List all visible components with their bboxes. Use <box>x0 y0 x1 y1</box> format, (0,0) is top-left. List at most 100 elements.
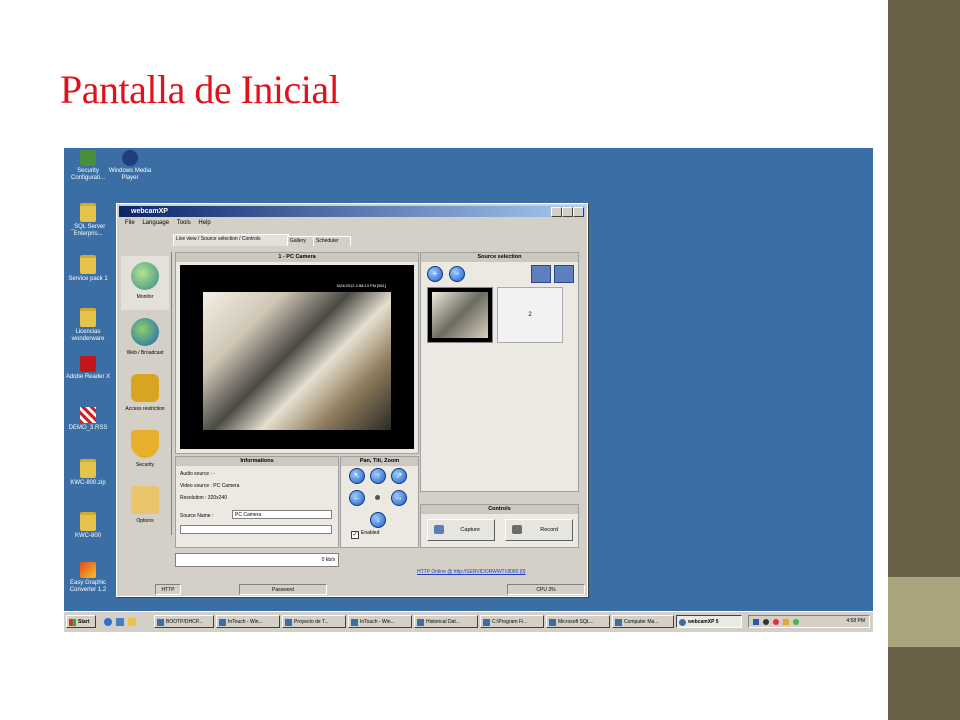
add-source-button[interactable]: + <box>427 266 443 282</box>
minimize-button[interactable] <box>551 207 562 217</box>
ptz-right-button[interactable]: → <box>391 490 407 506</box>
http-status-link[interactable]: HTTP Online @ http://SERVIDORWWTI:8080 [… <box>417 569 525 575</box>
ptz-up-button[interactable]: ↑ <box>370 468 386 484</box>
controls-panel: Controls Capture Record <box>420 504 579 548</box>
nav-web-broadcast[interactable]: Web / Broadcast <box>121 312 169 366</box>
app-icon <box>483 619 490 626</box>
tray-clock[interactable]: 4:58 PM <box>846 616 865 627</box>
window-statusbar: HTTP Password CPU 3% <box>119 584 585 595</box>
desktop-icon-licencias[interactable]: Licencias wonderware <box>64 308 112 343</box>
quicklaunch-explorer-icon[interactable] <box>128 618 136 626</box>
ptz-center-dot[interactable] <box>375 495 380 500</box>
desktop-icon-adobe-reader[interactable]: Adobe Reader X <box>64 356 112 381</box>
tray-app-icon[interactable] <box>783 619 789 625</box>
taskbar-item[interactable]: BOOTP/DHCP... <box>154 615 214 628</box>
desktop-icon-security[interactable]: Security Configurati... <box>64 150 112 182</box>
tray-webcam-icon[interactable] <box>793 619 799 625</box>
desktop-icon-label: Service pack 1 <box>68 276 108 282</box>
window-title: webcamXP <box>131 208 168 215</box>
source-name-label: Source Name : <box>180 513 214 519</box>
resolution-text: Resolution : 320x240 <box>180 495 227 501</box>
quicklaunch-desktop-icon[interactable] <box>116 618 124 626</box>
bandwidth-text: 0 kb/s <box>321 557 335 563</box>
desktop-icon-easy-graphic[interactable]: Easy Graphic Converter 1.2 <box>64 562 112 594</box>
taskbar-item[interactable]: Proyecto de T... <box>282 615 346 628</box>
ptz-header: Pan, Tilt, Zoom <box>341 457 418 466</box>
lock-icon <box>131 374 159 402</box>
source-slot-1[interactable] <box>427 287 493 343</box>
window-titlebar[interactable]: webcamXP <box>119 206 585 217</box>
file-icon <box>80 407 96 423</box>
nav-access-restriction[interactable]: Access restriction <box>121 368 169 422</box>
ptz-down-button[interactable]: ↓ <box>370 512 386 528</box>
capture-button-label: Capture <box>460 527 480 533</box>
desktop-icon-sql-server[interactable]: _SQL Server Enterpris... <box>64 203 112 238</box>
informations-panel: Informations Audio source : - Video sour… <box>175 456 339 548</box>
left-nav: Monitor Web / Broadcast Access restricti… <box>119 252 172 535</box>
close-button[interactable] <box>573 207 584 217</box>
remove-source-button[interactable]: − <box>449 266 465 282</box>
tab-gallery[interactable]: Gallery <box>287 236 315 246</box>
status-http: HTTP <box>155 584 181 595</box>
taskbar-item-active[interactable]: webcamXP 5 <box>676 615 742 628</box>
desktop-icon-service-pack[interactable]: Service pack 1 <box>64 255 112 283</box>
nav-label: Security <box>135 462 155 468</box>
source-name-field-2[interactable] <box>180 525 332 534</box>
menu-tools[interactable]: Tools <box>177 220 191 226</box>
quicklaunch-ie-icon[interactable] <box>104 618 112 626</box>
taskbar-item[interactable]: Microsoft SQL... <box>546 615 610 628</box>
menu-file[interactable]: File <box>125 220 135 226</box>
tray-antivirus-icon[interactable] <box>773 619 779 625</box>
ptz-up-right-button[interactable]: ↗ <box>391 468 407 484</box>
pdf-icon <box>80 356 96 372</box>
monitor-icon <box>131 262 159 290</box>
status-cpu: CPU 3% <box>507 584 585 595</box>
tray-network-icon[interactable] <box>753 619 759 625</box>
menu-language[interactable]: Language <box>142 220 169 226</box>
desktop-icon-label: Security Configurati... <box>70 168 106 181</box>
nav-label: Access restriction <box>125 406 165 412</box>
tray-volume-icon[interactable] <box>763 619 769 625</box>
ptz-enabled-label: Enabled <box>361 530 380 536</box>
desktop-icon-kwc-zip[interactable]: KWC-800.zip <box>64 459 112 487</box>
taskbar-item-label: webcamXP 5 <box>688 619 719 625</box>
folder-icon <box>80 203 96 222</box>
ptz-enabled-checkbox[interactable]: ✓ <box>351 531 359 539</box>
record-button[interactable]: Record <box>505 519 573 541</box>
shield-icon <box>131 430 159 458</box>
desktop-icon-label: Windows Media Player <box>108 168 152 181</box>
taskbar-item[interactable]: InTouch - Win... <box>216 615 280 628</box>
options-icon <box>131 486 159 514</box>
taskbar-item[interactable]: Computer Ma... <box>612 615 674 628</box>
maximize-button[interactable] <box>562 207 573 217</box>
desktop-icon-demo-rss[interactable]: DEMO_3.RSS <box>64 407 112 432</box>
app-icon <box>351 619 358 626</box>
app-icon <box>417 619 424 626</box>
taskbar-item-label: Proyecto de T... <box>294 619 329 625</box>
menu-help[interactable]: Help <box>198 220 210 226</box>
tab-scheduler[interactable]: Scheduler <box>313 236 351 246</box>
desktop-icon-media-player[interactable]: Windows Media Player <box>106 150 154 182</box>
desktop-icon-kwc[interactable]: KWC-800 <box>64 512 112 540</box>
start-button[interactable]: Start <box>66 615 96 628</box>
capture-button[interactable]: Capture <box>427 519 495 541</box>
taskbar-item[interactable]: Historical Dat... <box>414 615 478 628</box>
ptz-up-left-button[interactable]: ↖ <box>349 468 365 484</box>
tab-live-view[interactable]: Live view / Source selection / Controls <box>173 234 289 246</box>
nav-monitor[interactable]: Monitor <box>121 256 169 310</box>
app-icon <box>615 619 622 626</box>
camera-view[interactable]: 5/24/2012 4:58:13 PM [561] <box>180 265 414 449</box>
source-settings-button[interactable] <box>531 265 551 283</box>
camera-icon <box>434 525 444 534</box>
nav-label: Options <box>136 518 154 524</box>
ptz-left-button[interactable]: ← <box>349 490 365 506</box>
nav-options[interactable]: Options <box>121 480 169 534</box>
nav-security[interactable]: Security <box>121 424 169 478</box>
taskbar-item[interactable]: C:\Program Fi... <box>480 615 544 628</box>
source-name-input[interactable]: PC Camera <box>232 510 332 519</box>
taskbar: Start BOOTP/DHCP... InTouch - Win... Pro… <box>64 611 873 632</box>
source-layout-button[interactable] <box>554 265 574 283</box>
source-slot-2[interactable]: 2 <box>497 287 563 343</box>
taskbar-item[interactable]: InTouch - Win... <box>348 615 412 628</box>
controls-header: Controls <box>421 505 578 514</box>
